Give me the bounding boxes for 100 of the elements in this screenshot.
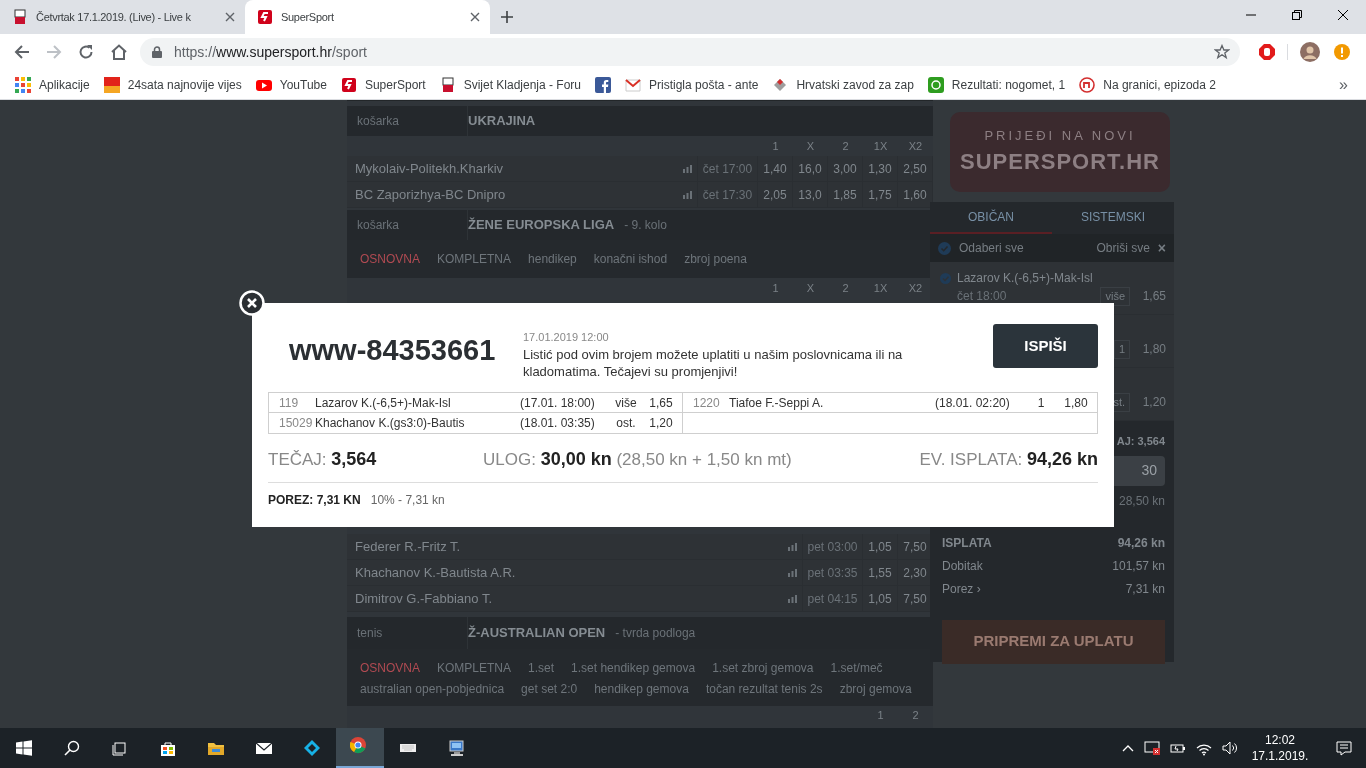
ticket-message: Listić pod ovim brojem možete uplatiti u našim poslovnicama ili na kladomatima. Tečajevi su promjenjivi! xyxy=(523,345,904,380)
banner-text: PRIJEĐI NA NOVI xyxy=(984,126,1136,145)
clock[interactable]: 12:02 17.1.2019. xyxy=(1248,732,1312,764)
odds-cell[interactable]: 1,75 xyxy=(863,182,898,207)
bookmark[interactable]: Hrvatski zavod za zap xyxy=(772,72,914,97)
bookmark-label: Hrvatski zavod za zap xyxy=(796,76,914,94)
league-title: Ž-AUSTRALIAN OPEN xyxy=(468,624,606,643)
market-tab[interactable]: get set 2:0 xyxy=(521,680,578,698)
column-heading: 1X xyxy=(872,280,889,296)
url-text: https://www.supersport.hr/sport xyxy=(174,42,367,62)
match-name[interactable]: BC Zaporizhya-BC Dnipro xyxy=(347,182,678,207)
odds-cell[interactable]: 3,00 xyxy=(828,156,863,181)
bet-match: Khachanov K.(gs3:0)-Bautis xyxy=(315,415,466,432)
market-tab[interactable]: hendikep xyxy=(528,250,577,268)
market-tab[interactable]: konačni ishod xyxy=(593,250,668,268)
bookmark[interactable]: Pristigla pošta - ante xyxy=(625,72,759,97)
more-bookmarks-button[interactable]: » xyxy=(1339,72,1348,97)
odds-cell[interactable]: 1,55 xyxy=(863,560,898,585)
clock-time: 12:02 xyxy=(1265,732,1295,748)
market-tab[interactable]: KOMPLETNA xyxy=(437,659,512,677)
stake-net: 28,50 kn xyxy=(1118,492,1165,510)
market-tab[interactable]: zbroj poena xyxy=(684,250,747,268)
select-all-label[interactable]: Odaberi sve xyxy=(959,239,1024,257)
odds-cell[interactable]: 13,0 xyxy=(793,182,828,207)
match-name[interactable]: Khachanov K.-Bautista A.R. xyxy=(347,560,783,585)
match-time: pet 03:35 xyxy=(803,560,863,585)
bookmark-label: Rezultati: nogomet, 1 xyxy=(951,76,1066,94)
column-heading: X2 xyxy=(907,138,924,154)
tab-title: SuperSport xyxy=(281,9,335,25)
match-name[interactable]: Mykolaiv-Politekh.Kharkiv xyxy=(347,156,678,181)
clear-all-link[interactable]: Obriši sve xyxy=(1096,239,1150,257)
bet-match: Lazarov K.(-6,5+)-Mak-Isl xyxy=(315,394,452,412)
market-tab[interactable]: točan rezultat tenis 2s xyxy=(705,680,823,698)
column-heading: X2 xyxy=(907,280,924,296)
odds-cell[interactable]: 2,05 xyxy=(758,182,793,207)
column-heading: 2 xyxy=(841,138,850,154)
bookmark[interactable]: SuperSport xyxy=(340,72,426,97)
summary-value: 7,31 kn xyxy=(1125,580,1165,598)
bookmark[interactable]: Rezultati: nogomet, 1 xyxy=(927,72,1066,97)
stake-total: ULOG: 30,00 kn (28,50 kn + 1,50 kn mt) xyxy=(483,448,792,471)
column-heading: 2 xyxy=(911,707,920,723)
column-heading: 2 xyxy=(841,280,850,296)
market-tab[interactable]: OSNOVNA xyxy=(360,659,420,677)
league-title: ŽENE EUROPSKA LIGA xyxy=(468,216,615,235)
bookmark[interactable]: 24sata najnovije vijes xyxy=(103,72,242,97)
selection-time: čet 18:00 xyxy=(957,288,1007,305)
summary-value: 94,26 kn xyxy=(1117,534,1165,552)
bet-id: 15029 xyxy=(278,415,314,432)
clock-date: 17.1.2019. xyxy=(1251,748,1309,764)
column-heading: X xyxy=(805,280,816,296)
bet-odds: 1,20 xyxy=(648,415,674,432)
summary-label: ISPLATA xyxy=(942,534,992,552)
match-time: čet 17:00 xyxy=(698,156,758,181)
bookmark[interactable]: Na granici, epizoda 2 xyxy=(1079,72,1216,97)
promo-banner[interactable]: PRIJEĐI NA NOVI SUPERSPORT.HR xyxy=(950,112,1170,192)
match-name[interactable]: Dimitrov G.-Fabbiano T. xyxy=(347,586,783,611)
market-tab[interactable]: 1.set/meč xyxy=(830,659,883,677)
bet-odds: 1,80 xyxy=(1063,394,1089,412)
bookmark[interactable]: YouTube xyxy=(255,72,327,97)
league-subtitle: - tvrda podloga xyxy=(615,625,696,642)
browser-tab[interactable]: SuperSport xyxy=(245,0,490,34)
address-bar[interactable]: https://www.supersport.hr/sport xyxy=(140,38,1240,66)
total-odds: AJ: 3,564 xyxy=(1116,434,1165,449)
column-heading: 1 xyxy=(771,280,780,296)
bet-date: (18.01. 02:20) xyxy=(935,394,1011,412)
odds-cell[interactable]: 1,05 xyxy=(863,586,898,611)
bookmark-label: SuperSport xyxy=(364,76,426,94)
market-tab[interactable]: zbroj gemova xyxy=(839,680,912,698)
bookmark[interactable]: Aplikacije xyxy=(15,72,90,97)
market-tab[interactable]: 1.set zbroj gemova xyxy=(712,659,814,677)
market-tab[interactable]: KOMPLETNA xyxy=(437,250,512,268)
payout-total: EV. ISPLATA: 94,26 kn xyxy=(919,448,1098,471)
market-tab[interactable]: 1.set hendikep gemova xyxy=(571,659,696,677)
bet-date: (18.01. 03:35) xyxy=(520,415,596,432)
odds-cell[interactable]: 1,85 xyxy=(828,182,863,207)
clear-icon[interactable]: × xyxy=(1157,237,1166,259)
betslip-tab[interactable]: SISTEMSKI xyxy=(1052,202,1174,234)
odds-cell[interactable]: 1,05 xyxy=(863,534,898,559)
odds-cell[interactable]: 2,50 xyxy=(898,156,933,181)
pick-label: 1 xyxy=(1113,339,1130,359)
bet-date: (17.01. 18:00) xyxy=(520,394,596,412)
bet-match: Tiafoe F.-Seppi A. xyxy=(729,394,825,412)
selection-odds: 1,65 xyxy=(1141,288,1166,305)
selection-odds: 1,80 xyxy=(1141,341,1166,358)
bookmark-label: Pristigla pošta - ante xyxy=(649,76,759,94)
market-tab[interactable]: OSNOVNA xyxy=(360,250,420,268)
match-name[interactable]: Federer R.-Fritz T. xyxy=(347,534,783,559)
odds-cell[interactable]: 1,30 xyxy=(863,156,898,181)
odds-cell[interactable]: 16,0 xyxy=(793,156,828,181)
bet-id: 1220 xyxy=(692,394,721,412)
sport-label: košarka xyxy=(347,106,468,136)
market-tab[interactable]: 1.set xyxy=(528,659,555,677)
bookmark-label: YouTube xyxy=(279,76,327,94)
bet-pick: više xyxy=(614,394,638,412)
market-tab[interactable]: hendikep gemova xyxy=(594,680,689,698)
odds-cell[interactable]: 1,40 xyxy=(758,156,793,181)
submit-button[interactable]: PRIPREMI ZA UPLATU xyxy=(942,619,1165,664)
market-tab[interactable]: australian open-pobjednica xyxy=(360,680,505,698)
bookmark[interactable]: Svijet Kladjenja - Foru xyxy=(439,72,582,97)
print-button[interactable]: ISPIŠI xyxy=(993,324,1098,368)
